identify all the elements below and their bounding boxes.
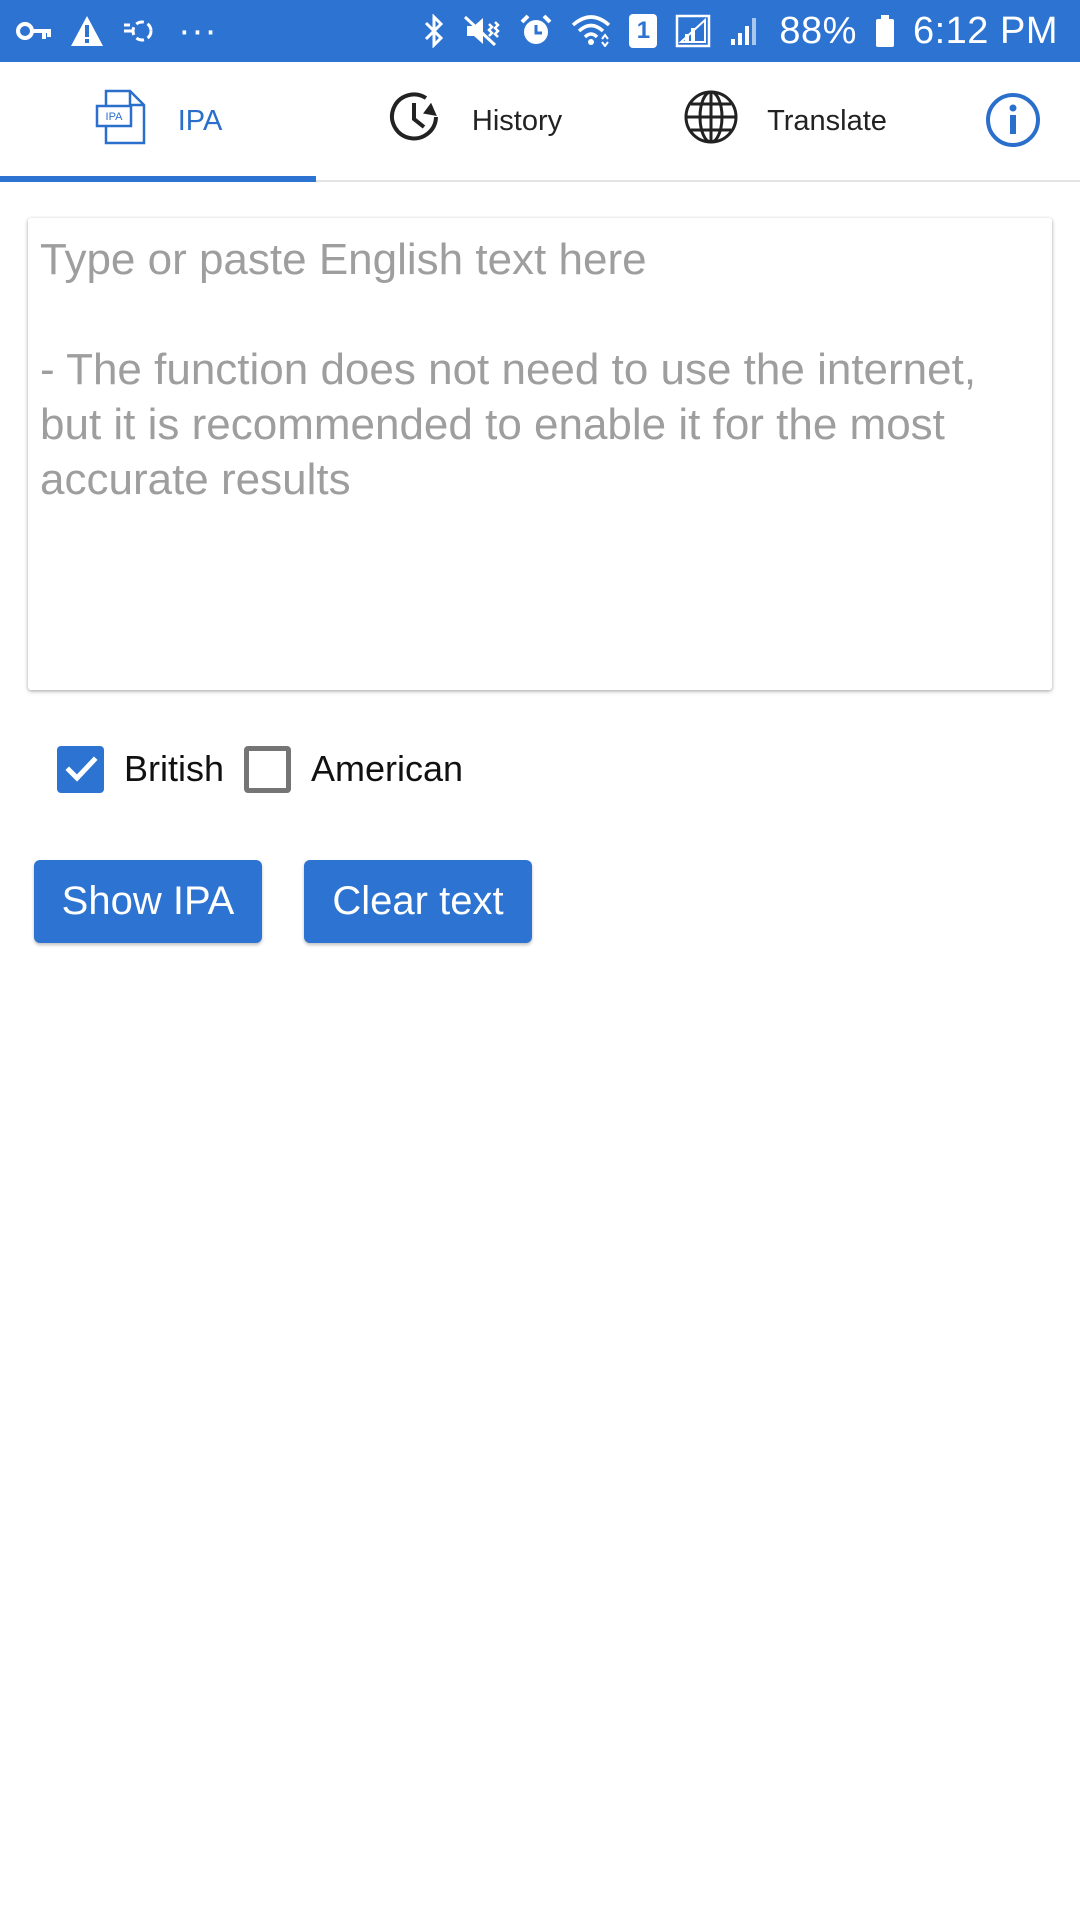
battery-percent: 88% bbox=[779, 10, 857, 52]
checkmark-icon bbox=[64, 756, 98, 782]
info-icon bbox=[985, 92, 1041, 153]
status-bar: ··· 1 88% 6:12 PM bbox=[0, 0, 1080, 62]
clear-text-button[interactable]: Clear text bbox=[304, 860, 532, 943]
british-option[interactable]: British bbox=[57, 745, 225, 793]
key-icon bbox=[16, 11, 52, 51]
sim-icon: 1 bbox=[629, 14, 658, 48]
globe-icon bbox=[683, 89, 739, 153]
ipa-icon-text: IPA bbox=[105, 111, 123, 123]
accent-options: British American bbox=[57, 744, 463, 794]
vibrate-mute-icon bbox=[463, 11, 501, 51]
british-checkbox[interactable] bbox=[57, 745, 104, 793]
tab-translate-label: Translate bbox=[767, 104, 887, 137]
alarm-icon bbox=[519, 11, 553, 51]
tab-history-label: History bbox=[471, 104, 563, 137]
active-tab-indicator bbox=[0, 176, 316, 182]
text-input-card bbox=[28, 218, 1052, 690]
english-text-input[interactable] bbox=[28, 218, 1052, 690]
more-dots-icon: ··· bbox=[178, 10, 218, 52]
battery-icon bbox=[875, 11, 895, 51]
tab-bar: IPA IPA History Translate bbox=[0, 62, 1080, 182]
tab-ipa-label: IPA bbox=[177, 104, 223, 137]
history-clock-icon bbox=[388, 89, 444, 153]
tab-history[interactable]: History bbox=[330, 62, 620, 180]
british-label: British bbox=[124, 748, 225, 789]
ipa-document-icon: IPA bbox=[94, 88, 150, 154]
bluetooth-icon bbox=[423, 11, 445, 51]
tab-translate[interactable]: Translate bbox=[640, 62, 930, 180]
show-ipa-button[interactable]: Show IPA bbox=[34, 860, 262, 943]
sync-icon bbox=[122, 11, 160, 51]
american-option[interactable]: American bbox=[244, 745, 464, 793]
wifi-icon bbox=[571, 11, 611, 51]
warning-icon bbox=[70, 11, 104, 51]
tab-ipa[interactable]: IPA IPA bbox=[0, 62, 316, 180]
status-time: 6:12 PM bbox=[912, 10, 1058, 52]
signal-2-icon bbox=[729, 11, 761, 51]
info-button[interactable] bbox=[985, 92, 1041, 153]
american-label: American bbox=[311, 748, 464, 789]
status-bar-right: 1 88% 6:12 PM bbox=[423, 11, 1058, 51]
american-checkbox[interactable] bbox=[244, 745, 292, 793]
status-bar-left: ··· bbox=[16, 11, 217, 51]
signal-icon bbox=[675, 11, 711, 51]
